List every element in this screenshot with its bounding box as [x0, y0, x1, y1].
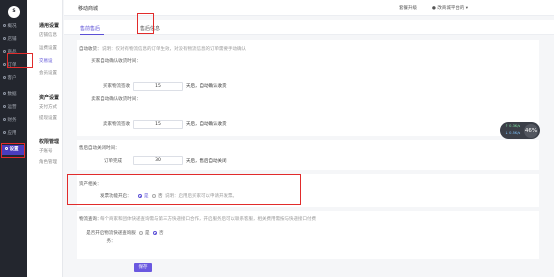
sidebar-item-store[interactable]: 店铺	[0, 35, 27, 45]
logistics-hint: 每个商家和团体快递查询需与第三方快递接口合作，开启服务后可以联系客服，相关费用需…	[100, 217, 316, 222]
marketing-icon	[3, 105, 6, 108]
buyer-express-unit: 天后，自动确认收货	[186, 84, 227, 89]
seller-receive-time-label: 卖家自动确认收货时间：	[91, 97, 141, 102]
seller-express-unit: 天后，自动确认收货	[186, 122, 227, 127]
settings-highlight-box	[1, 143, 25, 158]
subnav-group-asset: 资产设置	[39, 95, 60, 101]
logistics-enable-label: 是否开启物流快递查询服务：	[86, 231, 136, 244]
sidebar-item-label: 概况	[7, 24, 17, 29]
data-icon	[3, 92, 6, 95]
app-logo: S	[8, 6, 20, 18]
subnav-item-payment[interactable]: 支付方式	[39, 104, 57, 110]
upload-speed: ↑ 0.3K/s	[505, 124, 521, 128]
close-days-input[interactable]: 30	[133, 156, 183, 165]
sidebar-item-customers[interactable]: 客户	[0, 74, 27, 84]
active-tab-indicator	[80, 34, 104, 36]
aftersale-close-title: 售后自动关闭时间：	[79, 146, 120, 151]
logistics-title: 物流查询：	[79, 217, 102, 222]
sidebar-item-label: 客户	[7, 76, 17, 81]
finance-icon	[3, 118, 6, 121]
shop-name: 移动商城	[78, 6, 99, 12]
buyer-express-days-label: 买家物流签收	[103, 84, 130, 89]
sidebar-item-marketing[interactable]: 运营	[0, 103, 27, 113]
seller-express-days-label: 卖家物流签收	[103, 122, 130, 127]
sidebar-item-label: 运营	[7, 105, 17, 110]
subnav-group-general: 通用设置	[39, 23, 60, 29]
tab-presale[interactable]: 售前售后	[80, 25, 100, 32]
sidebar-item-finance[interactable]: 财务	[0, 116, 27, 126]
sidebar-item-label: 财务	[7, 118, 17, 123]
overview-icon	[3, 24, 6, 27]
usage-percent: 46%	[524, 123, 538, 138]
user-menu-label: 改商城平台的 ▾	[437, 6, 469, 11]
network-stats-widget[interactable]: ↑ 0.3K/s ↓ 0.5K/s 46%	[500, 122, 540, 139]
logistics-no-label: 否	[159, 231, 164, 236]
download-speed: ↓ 0.5K/s	[505, 131, 521, 135]
save-button[interactable]: 保存	[134, 263, 152, 272]
subnav-item-shipping[interactable]: 运费设置	[39, 45, 57, 51]
sidebar-item-overview[interactable]: 概况	[0, 22, 27, 32]
upgrade-link[interactable]: 套餐升级	[399, 5, 417, 11]
asset-highlight-box	[67, 174, 301, 205]
seller-express-days-input[interactable]: 15	[133, 120, 183, 129]
buyer-express-days-input[interactable]: 15	[133, 82, 183, 91]
logistics-yes-radio[interactable]	[139, 231, 143, 235]
subnav-item-store-info[interactable]: 店铺信息	[39, 32, 57, 38]
user-menu[interactable]: ● 改商城平台的 ▾	[432, 5, 468, 11]
auto-receive-label: 自动收货：	[79, 47, 102, 52]
customers-icon	[3, 76, 6, 79]
logistics-yes-label: 是	[145, 231, 150, 236]
sidebar-item-apps[interactable]: 应用	[0, 129, 27, 139]
sidebar-item-label: 应用	[7, 131, 17, 136]
goods-icon	[3, 50, 6, 53]
buyer-receive-time-label: 买家自动确认收货时间：	[91, 59, 141, 64]
sidebar-item-label: 店铺	[7, 37, 17, 42]
sidebar-item-data[interactable]: 数据	[0, 90, 27, 100]
auto-receive-hint: 说明：仅对有物流信息的订单生效，对没有物流信息的订单需要手动确认	[102, 47, 246, 52]
subnav-group-permission: 权限管理	[39, 139, 60, 145]
settings-subnav: 通用设置 店铺信息 运费设置 交易设 会员设置 资产设置 支付方式 提现设置 权…	[27, 0, 63, 277]
subnav-item-trade[interactable]: 交易设	[39, 58, 53, 64]
store-icon	[3, 37, 6, 40]
subnav-item-withdraw[interactable]: 提现设置	[39, 115, 57, 121]
tab-highlight-box	[137, 13, 154, 34]
sidebar-item-label: 数据	[7, 92, 17, 97]
subnav-item-member[interactable]: 会员设置	[39, 70, 57, 76]
trade-setting-highlight-box	[7, 53, 33, 68]
apps-icon	[3, 131, 6, 134]
main-sidebar: S 概况 店铺 商品 订单 客户 数据 运营 财务 应用 设置	[0, 0, 27, 277]
subnav-item-subaccount[interactable]: 子账号	[39, 148, 53, 154]
logistics-no-radio[interactable]	[153, 231, 157, 235]
subnav-item-roles[interactable]: 角色管理	[39, 159, 57, 165]
close-unit: 天后，售后自动关闭	[186, 159, 227, 164]
orders-icon	[3, 63, 6, 66]
aftersale-close-panel	[77, 140, 539, 170]
order-complete-label: 订单完成	[104, 159, 122, 164]
